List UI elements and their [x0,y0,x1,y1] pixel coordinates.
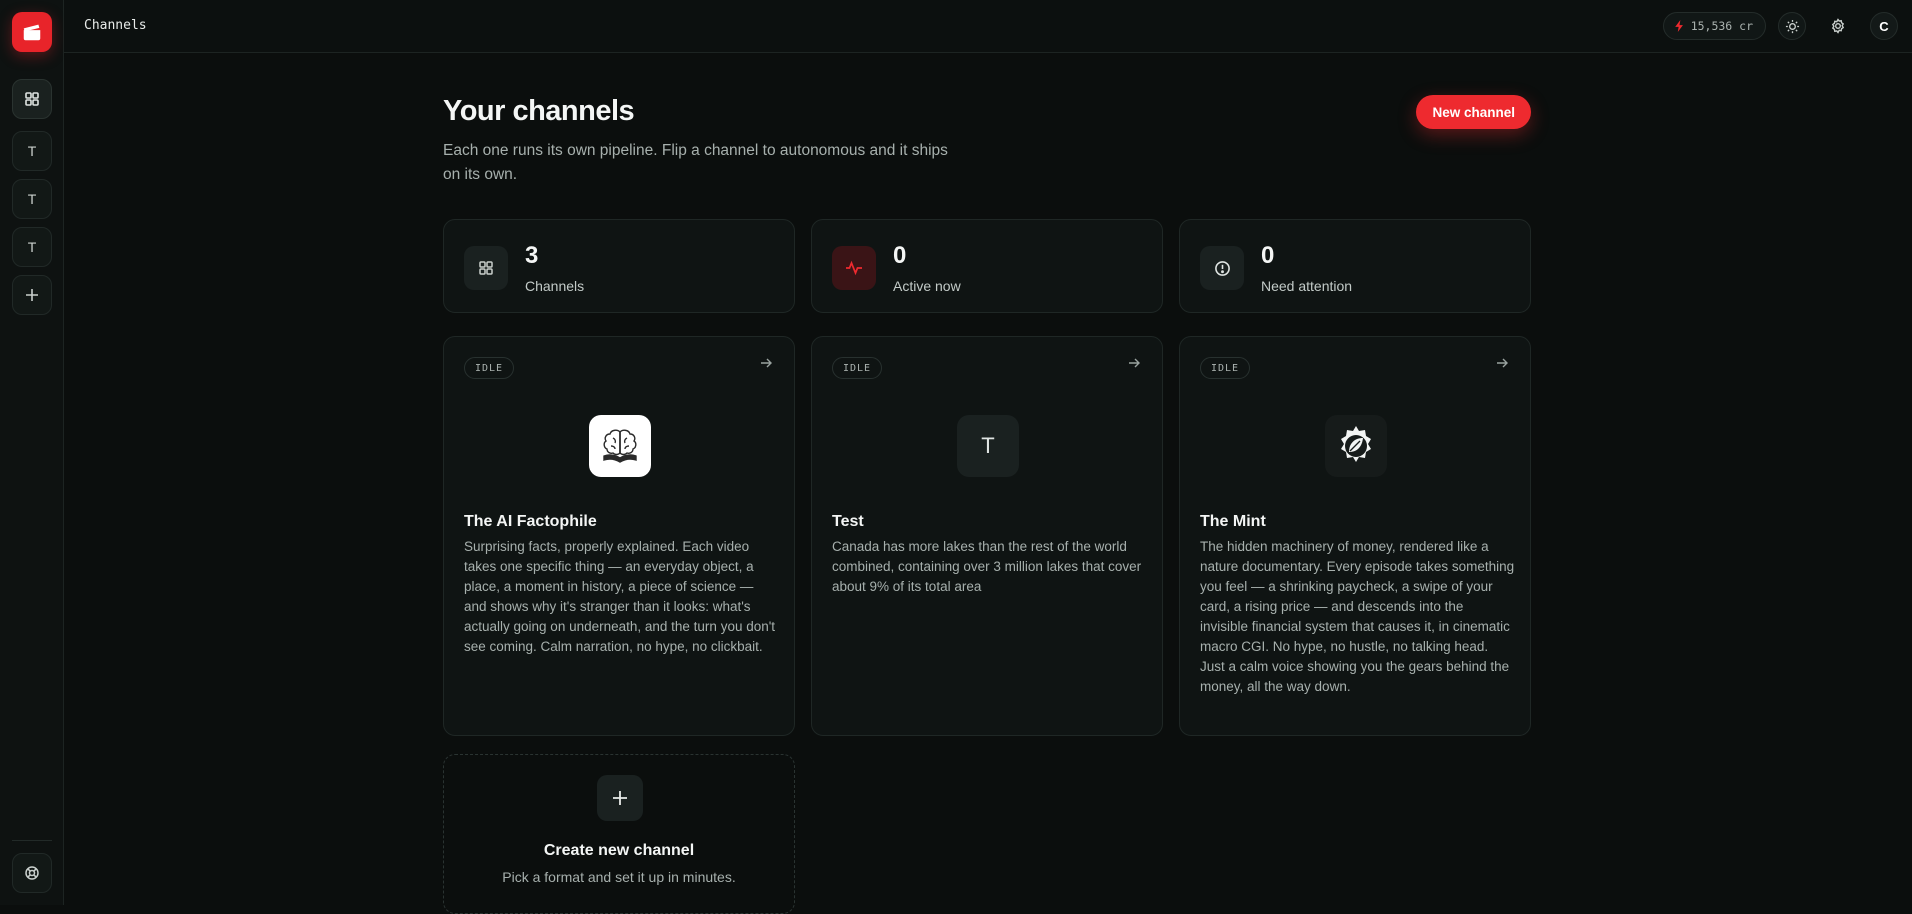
gear-leaf-icon [1341,426,1371,462]
channel-title: The Mint [1200,513,1266,530]
arrow-right-icon[interactable] [1126,355,1142,371]
new-channel-button[interactable]: New channel [1416,95,1531,129]
channel-description: The hidden machinery of money, rendered … [1200,539,1515,694]
app-logo[interactable] [12,12,52,52]
sidebar-divider [12,840,52,841]
stat-value: 0 [1261,242,1275,269]
sidebar: T T T [0,0,64,905]
arrow-right-icon[interactable] [758,355,774,371]
sidebar-item-label: T [27,239,37,255]
stat-value: 3 [525,242,539,269]
stat-card-active: 0 Active now [811,219,1163,313]
channel-description: Canada has more lakes than the rest of t… [832,539,1142,594]
credits-value: 15,536 cr [1690,19,1753,33]
activity-icon [832,246,876,290]
arrow-right-icon[interactable] [1494,355,1510,371]
gear-icon [1831,18,1845,34]
sidebar-item-label: T [27,143,37,159]
channel-thumbnail [589,415,651,477]
topbar: Channels 15,536 cr C [64,0,1912,53]
status-badge: IDLE [464,357,515,379]
channel-thumbnail [1325,415,1387,477]
channel-title: The AI Factophile [464,513,597,530]
sidebar-item-channel[interactable]: T [12,227,52,267]
stat-value: 0 [893,242,907,269]
brain-book-icon [603,429,637,463]
status-badge: IDLE [1200,357,1251,379]
stat-label: Need attention [1261,278,1353,294]
stat-label: Channels [525,278,585,294]
grid-icon [464,246,508,290]
credits-badge[interactable]: 15,536 cr [1662,12,1766,40]
stat-card-attention: 0 Need attention [1179,219,1531,313]
lightning-icon [1674,20,1683,32]
sidebar-item-label: T [27,191,37,207]
sidebar-item-channel[interactable]: T [12,131,52,171]
create-subtitle: Pick a format and set it up in minutes. [502,869,736,885]
channel-card[interactable]: IDLE The Mint The hidden machinery of mo… [1179,336,1531,736]
subheading: Each one runs its own pipeline. Flip a c… [443,142,948,183]
theme-toggle-button[interactable] [1778,12,1806,40]
channel-description: Surprising facts, properly explained. Ea… [464,539,776,654]
sun-icon [1785,19,1799,33]
page-title: Channels [84,18,147,33]
channel-title: Test [832,513,864,530]
lifebuoy-icon [25,866,39,880]
channel-card[interactable]: IDLE The AI Factophile Surprising facts,… [443,336,795,736]
create-title: Create new channel [543,842,695,859]
sidebar-add-button[interactable] [12,275,52,315]
clapperboard-icon [23,24,41,41]
sidebar-item-channel[interactable]: T [12,179,52,219]
grid-icon [25,92,39,106]
settings-button[interactable] [1824,12,1852,40]
stat-label: Active now [893,278,961,294]
alert-circle-icon [1200,246,1244,290]
create-channel-card[interactable]: Create new channel Pick a format and set… [443,754,795,914]
channel-thumbnail: T [957,415,1019,477]
avatar[interactable]: C [1870,12,1898,40]
heading: Your channels [443,95,635,127]
stat-card-channels: 3 Channels [443,219,795,313]
plus-icon [26,289,38,301]
sidebar-item-dashboard[interactable] [12,79,52,119]
channel-card[interactable]: IDLE T Test Canada has more lakes than t… [811,336,1163,736]
plus-icon [597,775,643,821]
status-badge: IDLE [832,357,883,379]
help-button[interactable] [12,853,52,893]
